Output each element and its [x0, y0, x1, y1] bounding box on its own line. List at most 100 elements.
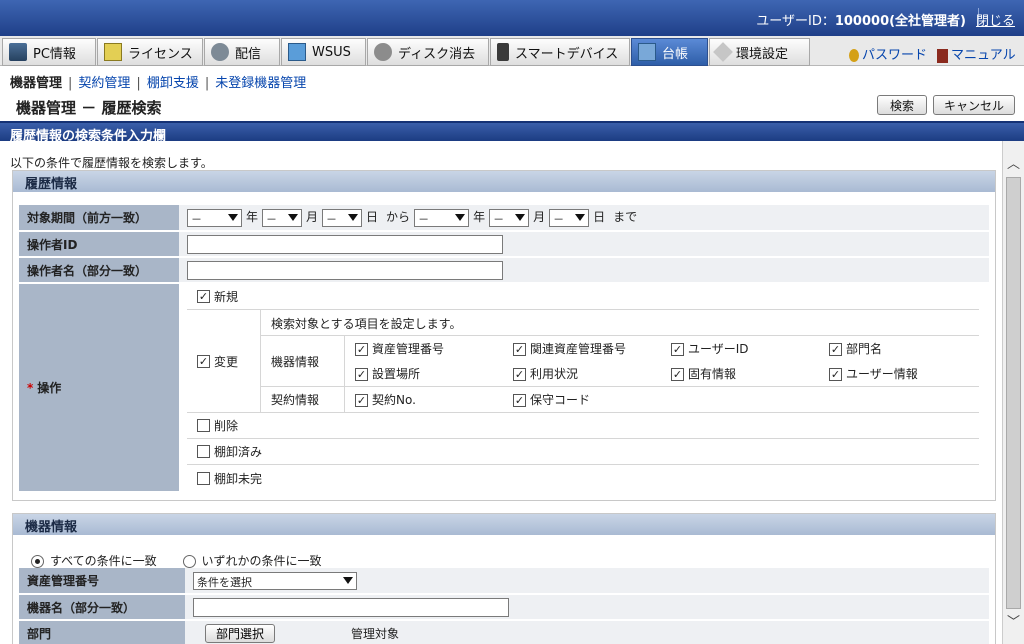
- device-item[interactable]: ✓ 資産管理番号: [355, 340, 513, 357]
- history-form: 対象期間（前方一致） －年－月－日から－年－月－日まで 操作者ID 操作者名（部…: [19, 205, 989, 493]
- from-year-select[interactable]: －: [187, 208, 242, 227]
- device-item[interactable]: ✓ 利用状況: [513, 365, 671, 382]
- to-day-select[interactable]: －: [549, 208, 590, 227]
- department-select-button[interactable]: 部門選択: [205, 623, 276, 643]
- contract-item[interactable]: ✓ 保守コード: [513, 391, 671, 408]
- manual-book-icon: [937, 48, 948, 63]
- operator-name-input[interactable]: [187, 260, 503, 280]
- password-link[interactable]: パスワード: [862, 48, 927, 63]
- scroll-down-icon[interactable]: ﹀: [1007, 611, 1020, 630]
- tab-pc-info[interactable]: PC情報: [2, 38, 96, 66]
- close-link[interactable]: 閉じる: [976, 10, 1015, 29]
- scroll-up-icon[interactable]: ︿: [1007, 153, 1020, 172]
- op-inventoried-row: 棚卸済み: [187, 439, 979, 465]
- op-inventoried-checkbox[interactable]: [197, 445, 210, 458]
- ledger-icon: [638, 43, 656, 61]
- department-label: 部門: [19, 620, 185, 644]
- op-delete-row: 削除: [187, 413, 979, 439]
- from-month-select[interactable]: －: [262, 208, 303, 227]
- operator-id-input[interactable]: [187, 234, 503, 254]
- device-item[interactable]: ✓ ユーザーID: [671, 340, 829, 357]
- page-title: 機器管理 － 履歴検索: [16, 99, 162, 117]
- operation-options: ✓ 新規 ✓ 変更 検索対象とする項目を設定します。 機器情報 ✓ 資産管理番号 ✓ 関…: [179, 283, 989, 493]
- subnav-contract[interactable]: 契約管理: [78, 76, 130, 91]
- top-bar: ユーザーID：100000(全社管理者) 閉じる: [0, 0, 1024, 36]
- tab-settings[interactable]: 環境設定: [709, 38, 810, 66]
- distribution-icon: [211, 43, 229, 61]
- content-area: 以下の条件で履歴情報を検索します。 履歴情報 対象期間（前方一致） －年－月－日…: [0, 141, 1002, 644]
- history-box: 履歴情報 対象期間（前方一致） －年－月－日から－年－月－日まで 操作者ID 操…: [12, 170, 996, 501]
- smart-device-icon: [497, 43, 509, 61]
- pc-icon: [9, 43, 27, 61]
- tab-license[interactable]: ライセンス: [97, 38, 203, 66]
- user-info: ユーザーID：100000(全社管理者): [756, 14, 966, 29]
- op-change-row: ✓ 変更 検索対象とする項目を設定します。 機器情報 ✓ 資産管理番号 ✓ 関連資産管…: [187, 310, 979, 413]
- managed-target-label: 管理対象: [351, 626, 400, 641]
- device-item[interactable]: ✓ 固有情報: [671, 365, 829, 382]
- device-title: 機器情報: [13, 514, 995, 535]
- wsus-icon: [288, 43, 306, 61]
- operator-id-label: 操作者ID: [19, 231, 179, 258]
- operator-name-label: 操作者名（部分一致）: [19, 257, 179, 284]
- group-contract-label: 契約情報: [261, 387, 345, 412]
- tab-ledger[interactable]: 台帳: [631, 38, 708, 66]
- section-title: 履歴情報の検索条件入力欄: [0, 121, 1024, 144]
- tab-smart-device[interactable]: スマートデバイス: [490, 38, 630, 66]
- section-description: 以下の条件で履歴情報を検索します。: [10, 156, 213, 170]
- history-title: 履歴情報: [13, 171, 995, 192]
- search-button[interactable]: 検索: [877, 95, 927, 115]
- period-field: －年－月－日から－年－月－日まで: [179, 205, 989, 232]
- settings-tool-icon: [713, 42, 733, 62]
- vertical-scrollbar[interactable]: ︿ ﹀: [1002, 141, 1024, 644]
- device-name-input[interactable]: [193, 597, 509, 617]
- chevron-down-icon: [228, 213, 238, 221]
- op-change-description: 検索対象とする項目を設定します。: [261, 310, 979, 336]
- period-label: 対象期間（前方一致）: [19, 205, 179, 232]
- op-delete-checkbox[interactable]: [197, 419, 210, 432]
- chevron-down-icon: [348, 213, 359, 221]
- device-name-label: 機器名（部分一致）: [19, 594, 185, 621]
- disk-erase-icon: [374, 43, 392, 61]
- subnav-inventory[interactable]: 棚卸支援: [147, 76, 199, 91]
- device-item[interactable]: ✓ ユーザー情報: [829, 365, 979, 382]
- tab-disk-erase[interactable]: ディスク消去: [367, 38, 489, 66]
- chevron-down-icon: [575, 213, 586, 221]
- device-box: 機器情報 すべての条件に一致 いずれかの条件に一致 資産管理番号 条件を選択 機…: [12, 513, 996, 644]
- subnav-current: 機器管理: [10, 76, 63, 91]
- op-new-checkbox[interactable]: ✓: [197, 290, 210, 303]
- cancel-button[interactable]: キャンセル: [933, 95, 1015, 115]
- device-item[interactable]: ✓ 設置場所: [355, 365, 513, 382]
- scroll-thumb[interactable]: [1006, 177, 1021, 609]
- to-year-select[interactable]: －: [414, 208, 470, 227]
- manual-link-wrap: マニュアル: [937, 44, 1016, 63]
- match-all-radio[interactable]: [31, 555, 44, 568]
- asset-condition-select[interactable]: 条件を選択: [193, 571, 357, 590]
- op-not-inventoried-checkbox[interactable]: [197, 471, 210, 485]
- password-link-wrap: パスワード: [849, 44, 927, 63]
- contract-item[interactable]: ✓ 契約No.: [355, 391, 513, 408]
- tab-distribution[interactable]: 配信: [204, 38, 280, 66]
- manual-link[interactable]: マニュアル: [951, 48, 1016, 63]
- chevron-down-icon: [455, 213, 466, 221]
- chevron-down-icon: [515, 213, 526, 221]
- subnav-unregistered[interactable]: 未登録機器管理: [215, 76, 306, 91]
- device-item[interactable]: ✓ 関連資産管理番号: [513, 340, 671, 357]
- required-mark: *: [27, 381, 34, 395]
- from-day-select[interactable]: －: [322, 208, 363, 227]
- op-new-row: ✓ 新規: [187, 284, 979, 310]
- operation-label: * 操作: [19, 283, 179, 493]
- sub-nav: 機器管理 | 契約管理 | 棚卸支援 | 未登録機器管理: [10, 76, 307, 91]
- key-icon: [849, 49, 859, 62]
- asset-number-label: 資産管理番号: [19, 568, 185, 595]
- chevron-down-icon: [288, 213, 299, 221]
- group-device-label: 機器情報: [261, 336, 345, 386]
- match-options: すべての条件に一致 いずれかの条件に一致: [31, 552, 322, 569]
- match-any-radio[interactable]: [182, 555, 196, 568]
- to-month-select[interactable]: －: [489, 208, 530, 227]
- op-change-checkbox[interactable]: ✓: [197, 354, 210, 368]
- license-icon: [104, 43, 122, 61]
- op-not-inventoried-row: 棚卸未完: [187, 465, 979, 491]
- device-item[interactable]: ✓ 部門名: [829, 340, 979, 357]
- tab-wsus[interactable]: WSUS: [281, 38, 366, 66]
- chevron-down-icon: [343, 576, 353, 584]
